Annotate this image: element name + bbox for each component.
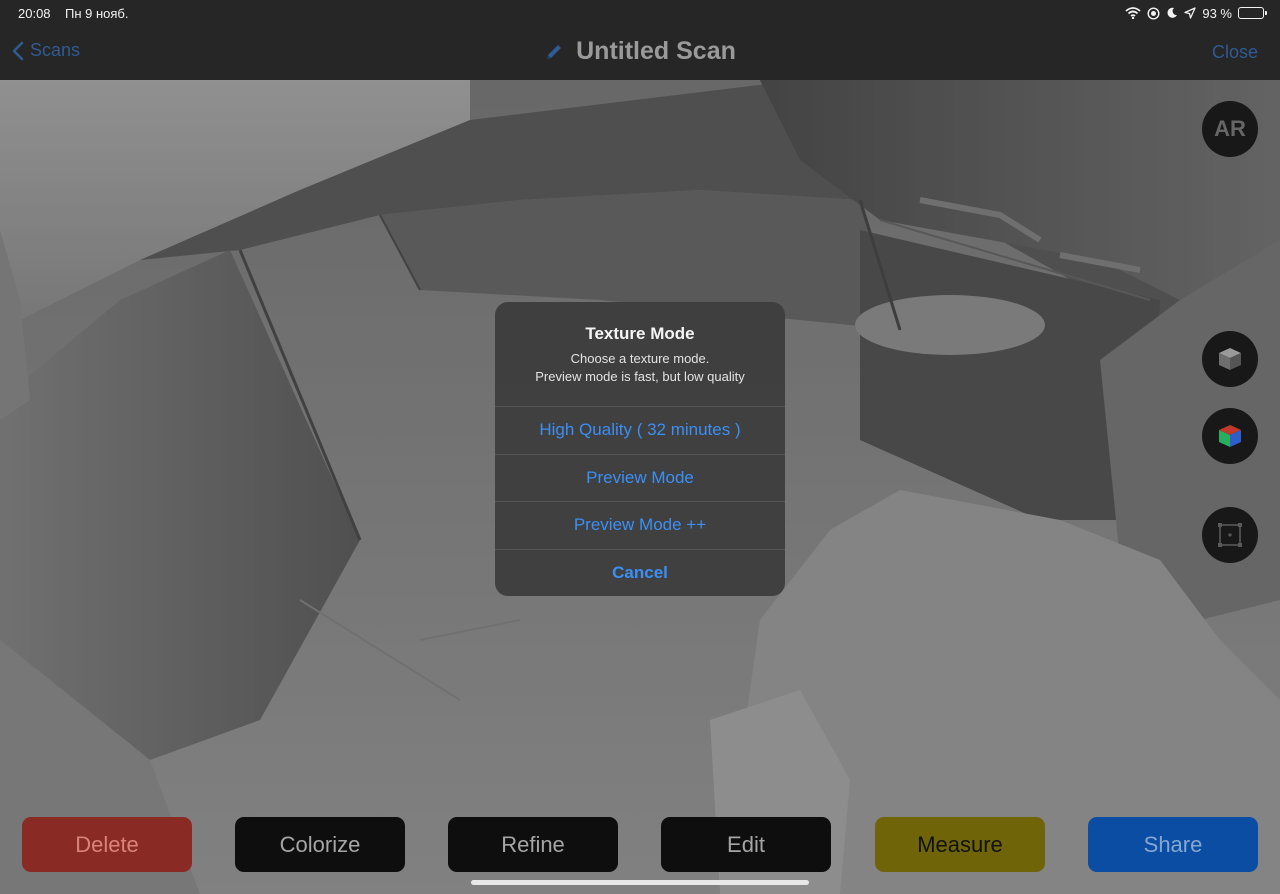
ar-button-label: AR xyxy=(1214,116,1246,141)
gray-cube-icon xyxy=(1219,348,1241,370)
location-icon xyxy=(1184,7,1197,19)
bounding-box-icon xyxy=(1218,523,1242,547)
bounding-box-button[interactable] xyxy=(1202,507,1258,563)
moon-icon xyxy=(1166,7,1178,19)
high-quality-option[interactable]: High Quality ( 32 minutes ) xyxy=(495,406,785,454)
refine-button[interactable]: Refine xyxy=(448,817,618,872)
preview-mode-plus-option[interactable]: Preview Mode ++ xyxy=(495,501,785,549)
page-title-group: Untitled Scan xyxy=(0,37,1280,69)
gray-cube-button[interactable] xyxy=(1202,331,1258,387)
measure-button[interactable]: Measure xyxy=(875,817,1045,872)
share-button[interactable]: Share xyxy=(1088,817,1258,872)
edit-button[interactable]: Edit xyxy=(661,817,831,872)
alert-message-line: Choose a texture mode. xyxy=(570,351,710,366)
alert-header: Texture Mode Choose a texture mode. Prev… xyxy=(495,302,785,406)
bottom-toolbar: Delete Colorize Refine Edit Measure Shar… xyxy=(0,817,1280,872)
status-bar: 20:08 Пн 9 нояб. 93 % xyxy=(0,0,1280,26)
nav-bar: Scans Untitled Scan Close xyxy=(0,26,1280,80)
colorize-button[interactable]: Colorize xyxy=(235,817,405,872)
title-edit-area[interactable]: Untitled Scan xyxy=(544,37,736,66)
color-cube-button[interactable] xyxy=(1202,408,1258,464)
preview-mode-option[interactable]: Preview Mode xyxy=(495,453,785,502)
wifi-icon xyxy=(1125,7,1141,19)
texture-mode-alert: Texture Mode Choose a texture mode. Prev… xyxy=(495,302,785,596)
ar-button[interactable]: AR xyxy=(1202,101,1258,157)
alert-title: Texture Mode xyxy=(585,324,695,343)
page-title: Untitled Scan xyxy=(576,37,736,65)
status-right-group: 93 % xyxy=(1125,4,1267,22)
alert-message-line: Preview mode is fast, but low quality xyxy=(535,368,745,384)
home-indicator[interactable] xyxy=(471,880,809,885)
color-cube-icon xyxy=(1219,425,1241,447)
status-time: 20:08 xyxy=(18,6,51,21)
battery-icon xyxy=(1238,7,1267,19)
alert-message: Choose a texture mode. Preview mode is f… xyxy=(495,350,785,385)
status-date: Пн 9 нояб. xyxy=(65,6,129,21)
cancel-button[interactable]: Cancel xyxy=(495,548,785,597)
delete-button[interactable]: Delete xyxy=(22,817,192,872)
pencil-icon xyxy=(547,44,562,59)
close-button[interactable]: Close xyxy=(1212,42,1258,63)
battery-percent: 93 % xyxy=(1202,5,1232,21)
screen-record-icon xyxy=(1147,6,1160,20)
